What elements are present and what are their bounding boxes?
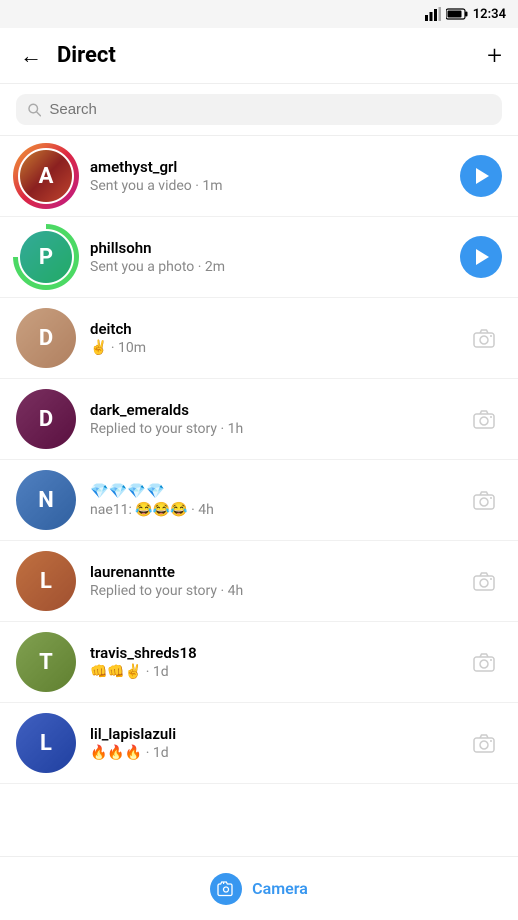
back-button[interactable]: ← bbox=[16, 39, 46, 73]
list-item[interactable]: N 💎💎💎💎 nae11: 😂😂😂 · 4h bbox=[0, 460, 518, 541]
message-preview: 👊👊✌️ · 1d bbox=[90, 664, 466, 680]
message-preview: Replied to your story · 4h bbox=[90, 583, 466, 599]
list-item[interactable]: P phillsohn Sent you a photo · 2m bbox=[0, 217, 518, 298]
camera-label: Camera bbox=[252, 879, 308, 898]
username: amethyst_grl bbox=[90, 158, 460, 176]
search-bar bbox=[0, 84, 518, 136]
search-input[interactable] bbox=[49, 101, 490, 118]
avatar: L bbox=[16, 551, 76, 611]
camera-action-icon[interactable] bbox=[466, 401, 502, 437]
message-content: laurenanntte Replied to your story · 4h bbox=[90, 563, 466, 599]
message-content: lil_lapislazuli 🔥🔥🔥 · 1d bbox=[90, 725, 466, 761]
list-item[interactable]: D deitch ✌️ · 10m bbox=[0, 298, 518, 379]
camera-icon bbox=[472, 570, 496, 592]
avatar: A bbox=[16, 146, 76, 206]
avatar: T bbox=[16, 632, 76, 692]
camera-action-icon[interactable] bbox=[466, 725, 502, 761]
status-icons: 12:34 bbox=[425, 7, 506, 22]
message-content: deitch ✌️ · 10m bbox=[90, 320, 466, 356]
username: phillsohn bbox=[90, 239, 460, 257]
list-item[interactable]: A amethyst_grl Sent you a video · 1m bbox=[0, 136, 518, 217]
camera-icon bbox=[472, 489, 496, 511]
username: travis_shreds18 bbox=[90, 644, 466, 662]
camera-icon bbox=[472, 732, 496, 754]
camera-icon bbox=[472, 651, 496, 673]
play-button[interactable] bbox=[460, 155, 502, 197]
camera-action-icon[interactable] bbox=[466, 563, 502, 599]
camera-icon bbox=[472, 327, 496, 349]
list-item[interactable]: L lil_lapislazuli 🔥🔥🔥 · 1d bbox=[0, 703, 518, 784]
new-message-button[interactable]: + bbox=[487, 41, 502, 71]
camera-action-icon[interactable] bbox=[466, 320, 502, 356]
message-content: phillsohn Sent you a photo · 2m bbox=[90, 239, 460, 275]
message-content: travis_shreds18 👊👊✌️ · 1d bbox=[90, 644, 466, 680]
avatar: N bbox=[16, 470, 76, 530]
camera-action-icon[interactable] bbox=[466, 644, 502, 680]
play-button[interactable] bbox=[460, 236, 502, 278]
message-preview: 🔥🔥🔥 · 1d bbox=[90, 745, 466, 761]
header: ← Direct + bbox=[0, 28, 518, 84]
message-preview: ✌️ · 10m bbox=[90, 340, 466, 356]
list-item[interactable]: D dark_emeralds Replied to your story · … bbox=[0, 379, 518, 460]
avatar: L bbox=[16, 713, 76, 773]
status-time: 12:34 bbox=[473, 7, 506, 22]
bottom-bar[interactable]: Camera bbox=[0, 856, 518, 920]
page-title: Direct bbox=[57, 43, 116, 68]
avatar: D bbox=[16, 389, 76, 449]
message-preview: Sent you a photo · 2m bbox=[90, 259, 460, 275]
message-preview: Replied to your story · 1h bbox=[90, 421, 466, 437]
message-content: dark_emeralds Replied to your story · 1h bbox=[90, 401, 466, 437]
list-item[interactable]: L laurenanntte Replied to your story · 4… bbox=[0, 541, 518, 622]
camera-bottom-icon bbox=[210, 873, 242, 905]
username: deitch bbox=[90, 320, 466, 338]
search-input-wrap[interactable] bbox=[16, 94, 502, 125]
username: 💎💎💎💎 bbox=[90, 482, 466, 500]
message-content: amethyst_grl Sent you a video · 1m bbox=[90, 158, 460, 194]
message-list: A amethyst_grl Sent you a video · 1m P p… bbox=[0, 136, 518, 784]
avatar: P bbox=[16, 227, 76, 287]
message-content: 💎💎💎💎 nae11: 😂😂😂 · 4h bbox=[90, 482, 466, 518]
search-icon bbox=[28, 103, 41, 117]
message-preview: nae11: 😂😂😂 · 4h bbox=[90, 502, 466, 518]
battery-icon bbox=[446, 8, 468, 20]
camera-icon bbox=[472, 408, 496, 430]
camera-icon bbox=[217, 881, 235, 897]
message-preview: Sent you a video · 1m bbox=[90, 178, 460, 194]
list-item[interactable]: T travis_shreds18 👊👊✌️ · 1d bbox=[0, 622, 518, 703]
username: laurenanntte bbox=[90, 563, 466, 581]
camera-action-icon[interactable] bbox=[466, 482, 502, 518]
signal-icon bbox=[425, 7, 441, 21]
status-bar: 12:34 bbox=[0, 0, 518, 28]
username: lil_lapislazuli bbox=[90, 725, 466, 743]
avatar: D bbox=[16, 308, 76, 368]
username: dark_emeralds bbox=[90, 401, 466, 419]
